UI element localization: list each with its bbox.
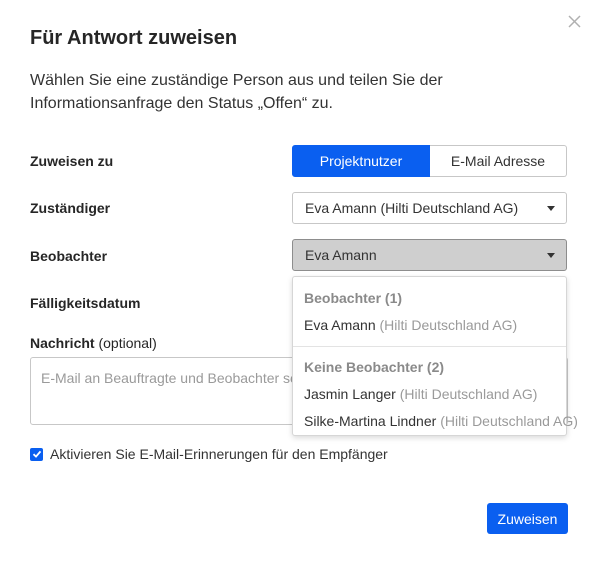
tab-project-users[interactable]: Projektnutzer: [292, 145, 430, 177]
check-icon: [32, 450, 41, 458]
option-company: (Hilti Deutschland AG): [440, 413, 578, 429]
responsible-select[interactable]: Eva Amann (Hilti Deutschland AG): [292, 192, 567, 224]
observer-value: Eva Amann: [305, 247, 377, 263]
dropdown-option[interactable]: Jasmin Langer (Hilti Deutschland AG): [304, 386, 537, 402]
option-name: Silke-Martina Lindner: [304, 413, 437, 429]
assign-dialog: Für Antwort zuweisen Wählen Sie eine zus…: [0, 0, 598, 564]
tab-email-address[interactable]: E-Mail Adresse: [430, 145, 567, 177]
message-label: Nachricht (optional): [30, 335, 157, 351]
observer-select[interactable]: Eva Amann: [292, 239, 567, 271]
reminder-row: Aktivieren Sie E-Mail-Erinnerungen für d…: [30, 446, 388, 462]
reminder-label: Aktivieren Sie E-Mail-Erinnerungen für d…: [50, 446, 388, 462]
responsible-label: Zuständiger: [30, 200, 111, 216]
chevron-down-icon: [547, 253, 555, 258]
due-date-label: Fälligkeitsdatum: [30, 295, 141, 311]
message-placeholder: E-Mail an Beauftragte und Beobachter sen…: [41, 370, 329, 386]
option-company: (Hilti Deutschland AG): [379, 317, 518, 333]
dropdown-group-title: Beobachter (1): [304, 290, 403, 306]
assign-to-label: Zuweisen zu: [30, 153, 114, 169]
assign-button[interactable]: Zuweisen: [487, 503, 568, 534]
dialog-intro: Wählen Sie eine zuständige Person aus un…: [30, 72, 443, 112]
assign-to-toggle: Projektnutzer E-Mail Adresse: [292, 145, 567, 177]
reminder-checkbox[interactable]: [30, 447, 43, 461]
observer-label: Beobachter: [30, 248, 108, 264]
message-label-optional: (optional): [98, 335, 157, 351]
dropdown-option[interactable]: Silke-Martina Lindner (Hilti Deutschland…: [304, 413, 578, 429]
chevron-down-icon: [547, 206, 555, 211]
message-label-text: Nachricht: [30, 335, 95, 351]
dropdown-group-title: Keine Beobachter (2): [304, 359, 445, 375]
option-name: Eva Amann: [304, 317, 376, 333]
dialog-title: Für Antwort zuweisen: [30, 27, 238, 49]
close-icon[interactable]: [566, 13, 583, 30]
responsible-value: Eva Amann (Hilti Deutschland AG): [305, 200, 519, 216]
option-name: Jasmin Langer: [304, 386, 396, 402]
option-company: (Hilti Deutschland AG): [399, 386, 538, 402]
dropdown-option[interactable]: Eva Amann (Hilti Deutschland AG): [304, 317, 517, 333]
dropdown-divider: [293, 346, 566, 347]
observer-dropdown: Beobachter (1) Eva Amann (Hilti Deutschl…: [292, 276, 578, 436]
